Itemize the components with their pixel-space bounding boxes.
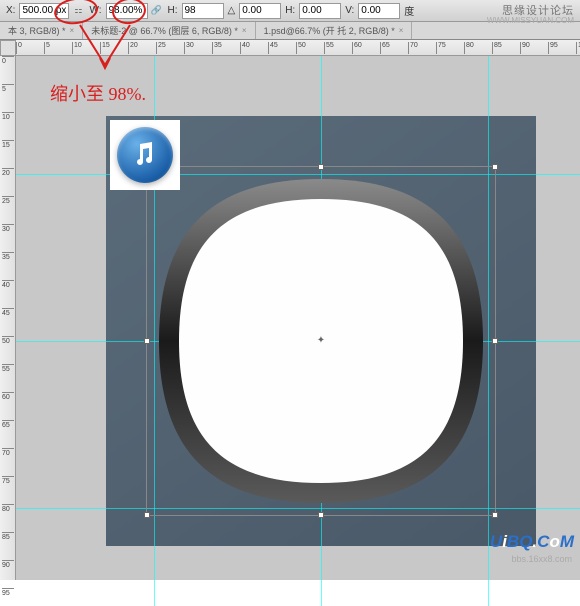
- transform-handle-bl[interactable]: [144, 512, 150, 518]
- h-label: H:: [168, 5, 178, 16]
- watermark-main: UiBQ.CoM: [490, 532, 574, 552]
- transform-handle-mr[interactable]: [492, 338, 498, 344]
- watermark-sub: bbs.16xx8.com: [511, 554, 572, 564]
- x-label: X:: [6, 5, 15, 16]
- skew-h-label: H:: [285, 5, 295, 16]
- transform-handle-bm[interactable]: [318, 512, 324, 518]
- skew-v-label: V:: [345, 5, 354, 16]
- transform-center-icon[interactable]: ✦: [315, 335, 327, 347]
- annotation-arrow: [70, 20, 150, 80]
- canvas-viewport[interactable]: ✦ UiBQ.CoM bbs.16xx8.com: [16, 56, 580, 580]
- itunes-icon-reference: [110, 120, 180, 190]
- close-icon[interactable]: ×: [399, 26, 404, 35]
- ruler-vertical[interactable]: 05101520253035404550556065707580859095: [0, 56, 16, 580]
- ruler-origin[interactable]: [0, 40, 16, 56]
- music-note-icon: [130, 140, 160, 170]
- tab-doc-3[interactable]: 1.psd@66.7% (开 托 2, RGB/8) *×: [256, 22, 413, 39]
- annotation-text: 缩小至 98%.: [50, 80, 146, 106]
- h-input[interactable]: [182, 3, 224, 19]
- angle-label: △: [228, 5, 236, 16]
- watermark-top-sub: WWW.MISSYUAN.COM: [487, 16, 574, 25]
- angle-input[interactable]: [239, 3, 281, 19]
- aspect-link-icon[interactable]: 🔗: [150, 4, 164, 18]
- transform-handle-tm[interactable]: [318, 164, 324, 170]
- artboard: ✦: [106, 116, 536, 546]
- close-icon[interactable]: ×: [242, 26, 247, 35]
- transform-handle-ml[interactable]: [144, 338, 150, 344]
- transform-handle-tr[interactable]: [492, 164, 498, 170]
- unit-label: 度: [404, 3, 414, 18]
- skew-v-input[interactable]: [358, 3, 400, 19]
- itunes-circle: [117, 127, 173, 183]
- transform-bounding-box[interactable]: ✦: [146, 166, 496, 516]
- transform-handle-br[interactable]: [492, 512, 498, 518]
- skew-h-input[interactable]: [299, 3, 341, 19]
